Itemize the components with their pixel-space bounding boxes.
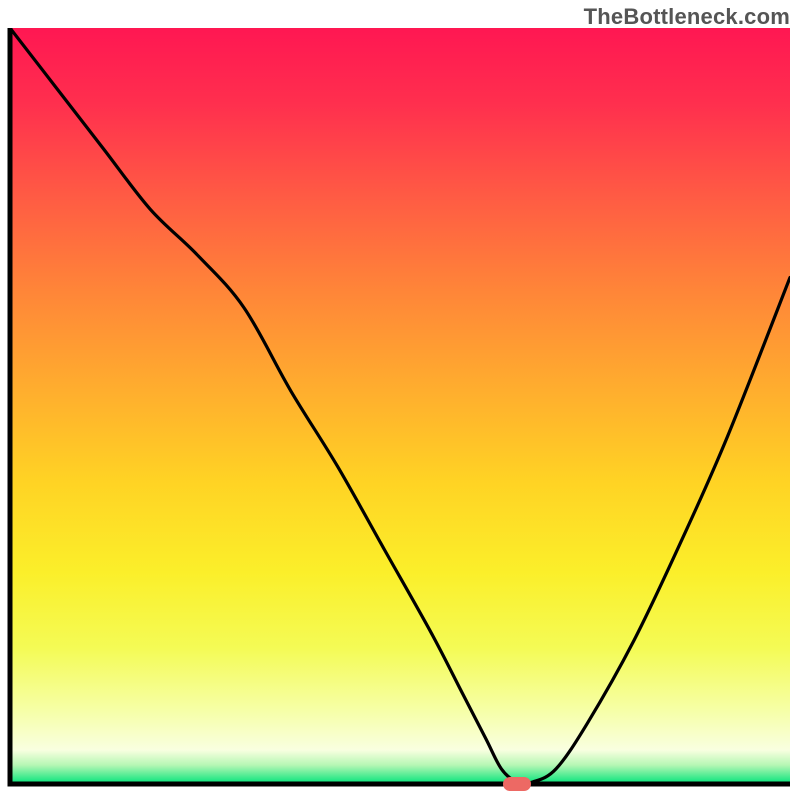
current-point-marker bbox=[503, 777, 531, 791]
bottleneck-chart: TheBottleneck.com bbox=[0, 0, 800, 800]
plot-gradient-background bbox=[10, 28, 790, 784]
watermark-text: TheBottleneck.com bbox=[584, 4, 790, 30]
chart-svg bbox=[0, 0, 800, 800]
